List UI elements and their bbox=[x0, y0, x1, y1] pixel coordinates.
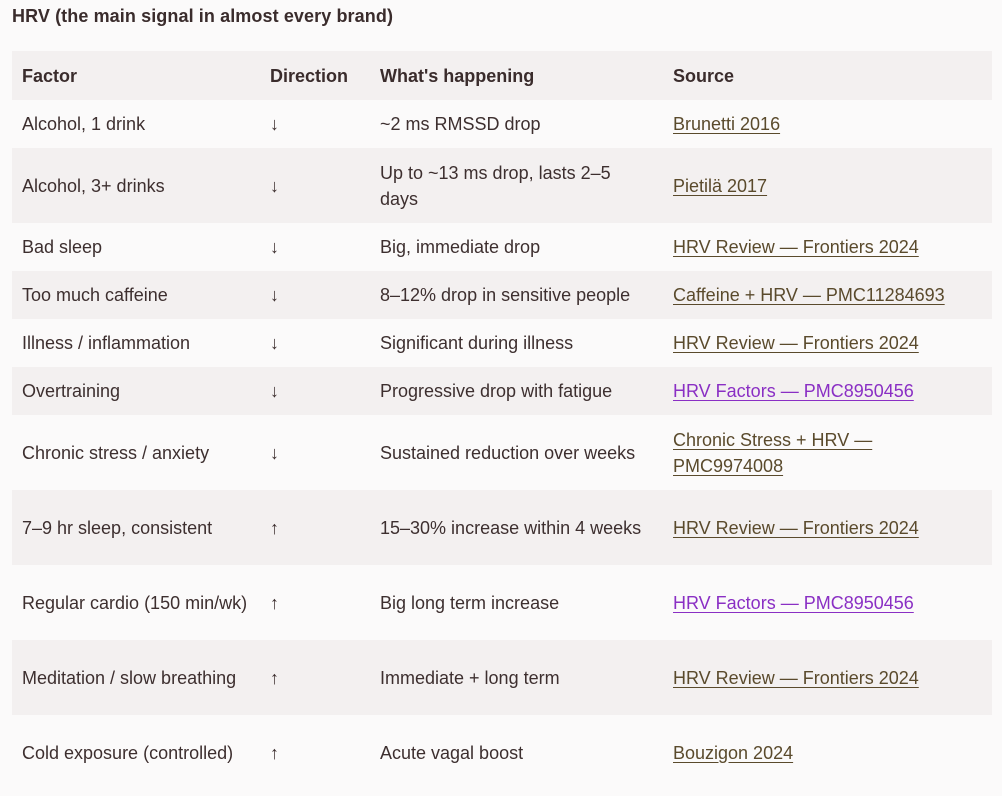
factor-cell: Meditation / slow breathing bbox=[22, 667, 237, 688]
direction-cell: ↓ bbox=[270, 114, 279, 134]
source-cell: Bouzigon 2024 bbox=[663, 715, 992, 790]
factor-cell: Illness / inflammation bbox=[22, 333, 191, 353]
table-row: Illness / inflammation ↓ Significant durin… bbox=[12, 319, 992, 367]
header-factor: Factor bbox=[22, 65, 78, 86]
table-row: Meditation / slow breathing ↑ Immediate + … bbox=[12, 640, 992, 715]
source-link[interactable]: HRV Factors — PMC8950456 bbox=[673, 381, 914, 401]
direction-cell: ↓ bbox=[270, 442, 279, 463]
direction-cell: ↓ bbox=[270, 237, 279, 257]
source-link[interactable]: HRV Review — Frontiers 2024 bbox=[673, 518, 919, 538]
source-link[interactable]: Caffeine + HRV — PMC11284693 bbox=[673, 285, 945, 305]
table-row: Regular cardio (150 min/wk) ↑ Big long ter… bbox=[12, 565, 992, 640]
source-cell: HRV Review — Frontiers 2024 bbox=[663, 223, 992, 271]
factor-cell: Chronic stress / anxiety bbox=[22, 442, 210, 463]
source-link[interactable]: HRV Review — Frontiers 2024 bbox=[673, 237, 919, 257]
table-row: 7–9 hr sleep, consistent ↑ 15–30% increase… bbox=[12, 490, 992, 565]
factor-cell: Alcohol, 3+ drinks bbox=[22, 175, 165, 196]
effect-cell: Progressive drop with fatigue bbox=[380, 381, 613, 401]
table-row: Alcohol, 1 drink ↓ ~2 ms RMSSD drop Brunett… bbox=[12, 100, 992, 148]
table-header-row: Factor Direction What's happening Source bbox=[12, 51, 992, 100]
source-cell: Chronic Stress + HRV — PMC9974008 bbox=[663, 415, 992, 490]
direction-cell: ↓ bbox=[270, 381, 279, 401]
direction-cell: ↑ bbox=[270, 667, 279, 688]
source-cell: HRV Factors — PMC8950456 bbox=[663, 367, 992, 415]
effect-cell: Big long term increase bbox=[380, 592, 560, 613]
factor-cell: Too much caffeine bbox=[22, 285, 168, 305]
direction-cell: ↓ bbox=[270, 285, 279, 305]
direction-cell: ↓ bbox=[270, 175, 279, 196]
source-link[interactable]: Pietilä 2017 bbox=[673, 176, 767, 196]
source-link[interactable]: Brunetti 2016 bbox=[673, 114, 780, 134]
effect-cell: Up to ~13 ms drop, lasts 2–5 days bbox=[380, 162, 611, 209]
source-cell: HRV Review — Frontiers 2024 bbox=[663, 319, 992, 367]
source-cell: HRV Factors — PMC8950456 bbox=[663, 565, 992, 640]
factor-cell: Overtraining bbox=[22, 381, 121, 401]
direction-cell: ↑ bbox=[270, 592, 279, 613]
header-whats-happening: What's happening bbox=[380, 65, 535, 86]
source-link[interactable]: HRV Review — Frontiers 2024 bbox=[673, 333, 919, 353]
table-row: Alcohol, 3+ drinks ↓ Up to ~13 ms drop, la… bbox=[12, 148, 992, 223]
table-row: Bad sleep ↓ Big, immediate drop HRV Review … bbox=[12, 223, 992, 271]
factor-cell: Cold exposure (controlled) bbox=[22, 742, 234, 763]
effect-cell: 8–12% drop in sensitive people bbox=[380, 285, 631, 305]
source-link[interactable]: Chronic Stress + HRV — PMC9974008 bbox=[673, 430, 872, 476]
factor-cell: Regular cardio (150 min/wk) bbox=[22, 592, 248, 613]
header-source: Source bbox=[673, 65, 735, 86]
header-direction: Direction bbox=[270, 65, 349, 86]
effect-cell: Acute vagal boost bbox=[380, 742, 524, 763]
effect-cell: Significant during illness bbox=[380, 333, 574, 353]
source-cell: HRV Review — Frontiers 2024 bbox=[663, 640, 992, 715]
factor-cell: Alcohol, 1 drink bbox=[22, 114, 146, 134]
table-row: Too much caffeine ↓ 8–12% drop in sensitiv… bbox=[12, 271, 992, 319]
section-heading: HRV (the main signal in almost every bra… bbox=[12, 6, 394, 26]
source-cell: Caffeine + HRV — PMC11284693 bbox=[663, 271, 992, 319]
source-cell: Pietilä 2017 bbox=[663, 148, 992, 223]
effect-cell: 15–30% increase within 4 weeks bbox=[380, 517, 642, 538]
table-row: Cold exposure (controlled) ↑ Acute vagal b… bbox=[12, 715, 992, 790]
source-cell: Brunetti 2016 bbox=[663, 100, 992, 148]
effect-cell: Big, immediate drop bbox=[380, 237, 541, 257]
direction-cell: ↑ bbox=[270, 517, 279, 538]
direction-cell: ↑ bbox=[270, 742, 279, 763]
effect-cell: Sustained reduction over weeks bbox=[380, 442, 636, 463]
table-row: Overtraining ↓ Progressive drop with fatig… bbox=[12, 367, 992, 415]
hrv-factors-table: Factor Direction What's happening Source… bbox=[12, 51, 992, 790]
source-link[interactable]: HRV Factors — PMC8950456 bbox=[673, 593, 914, 613]
direction-cell: ↓ bbox=[270, 333, 279, 353]
effect-cell: ~2 ms RMSSD drop bbox=[380, 114, 541, 134]
effect-cell: Immediate + long term bbox=[380, 667, 560, 688]
factor-cell: Bad sleep bbox=[22, 237, 103, 257]
source-link[interactable]: HRV Review — Frontiers 2024 bbox=[673, 668, 919, 688]
source-link[interactable]: Bouzigon 2024 bbox=[673, 743, 793, 763]
source-cell: HRV Review — Frontiers 2024 bbox=[663, 490, 992, 565]
factor-cell: 7–9 hr sleep, consistent bbox=[22, 517, 213, 538]
table-row: Chronic stress / anxiety ↓ Sustained reduc… bbox=[12, 415, 992, 490]
